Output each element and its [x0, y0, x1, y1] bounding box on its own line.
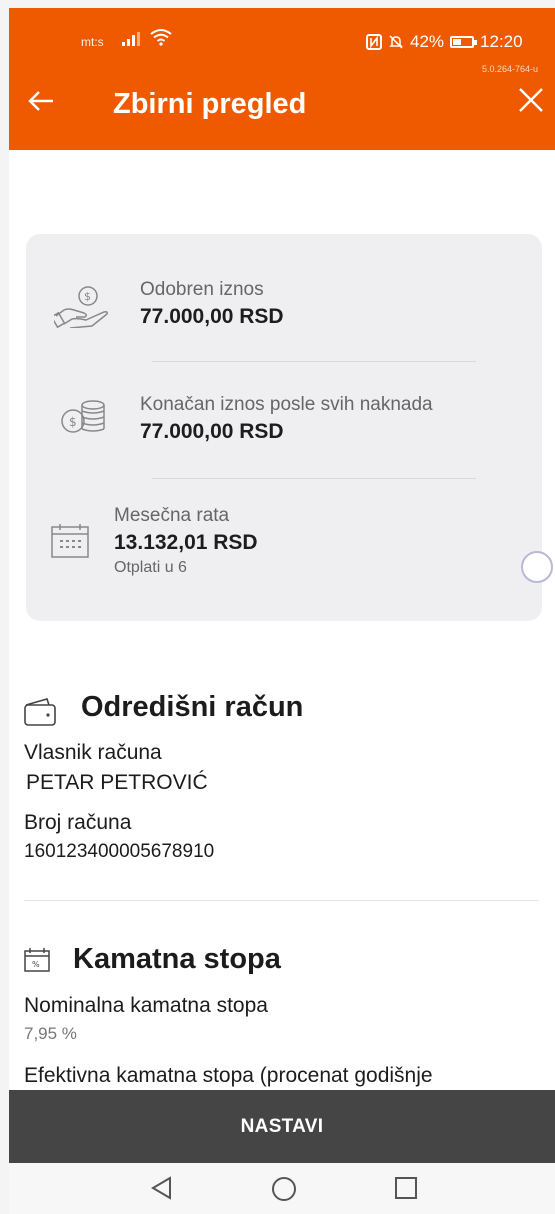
battery-percent: 42% [410, 32, 445, 51]
nav-back-icon[interactable] [149, 1175, 175, 1206]
owner-label: Vlasnik računa [24, 741, 162, 764]
wifi-icon [149, 28, 173, 51]
signal-icon [121, 32, 141, 49]
status-right: 42% 12:20 [366, 32, 523, 52]
nfc-icon [366, 34, 382, 50]
slider-handle[interactable] [521, 551, 553, 583]
battery-fill [453, 39, 462, 45]
final-amount-row: Konačan iznos posle svih naknada 77.000,… [140, 394, 433, 444]
continue-button[interactable]: NASTAVI [9, 1090, 555, 1163]
svg-text:$: $ [69, 415, 77, 429]
battery-icon [450, 36, 478, 48]
calendar-icon [51, 523, 89, 564]
interest-title: Kamatna stopa [73, 943, 281, 975]
app-screen: mt:s 42% 12:20 5.0.264-764-u Zbirni preg… [9, 8, 555, 1214]
wallet-icon [23, 697, 57, 732]
loan-summary-card: $ Odobren iznos 77.000,00 RSD $ Konačan … [26, 234, 542, 621]
monthly-value: 13.132,01 RSD [114, 531, 258, 554]
nav-home-icon[interactable] [270, 1175, 298, 1208]
status-bar: mt:s 42% 12:20 5.0.264-764-u [9, 8, 555, 78]
svg-text:$: $ [84, 290, 91, 303]
approved-amount-row: Odobren iznos 77.000,00 RSD [140, 279, 284, 329]
effective-rate-label: Efektivna kamatna stopa (procenat godišn… [24, 1064, 433, 1087]
nominal-rate-label: Nominalna kamatna stopa [24, 994, 268, 1017]
monthly-label: Mesečna rata [114, 505, 230, 526]
hand-coin-icon: $ [50, 284, 110, 333]
monthly-sub: Otplati u 6 [114, 559, 187, 576]
nominal-rate-value: 7,95 % [24, 1024, 77, 1043]
divider [152, 478, 476, 479]
carrier-label: mt:s [81, 35, 104, 49]
nav-recents-icon[interactable] [393, 1175, 419, 1206]
account-number-value: 160123400005678910 [24, 841, 215, 862]
back-arrow-icon[interactable] [27, 86, 55, 118]
divider [152, 361, 476, 362]
destination-title: Odredišni račun [81, 691, 304, 723]
account-number-label: Broj računa [24, 811, 132, 834]
coins-stack-icon: $ [59, 399, 107, 444]
section-divider [24, 900, 539, 901]
android-nav-bar [9, 1163, 555, 1214]
app-version: 5.0.264-764-u [482, 64, 539, 74]
owner-value: PETAR PETROVIĆ [26, 771, 208, 794]
final-label: Konačan iznos posle svih naknada [140, 394, 433, 415]
mute-icon [389, 35, 403, 49]
approved-value: 77.000,00 RSD [140, 305, 284, 328]
clock: 12:20 [480, 32, 523, 51]
final-value: 77.000,00 RSD [140, 420, 284, 443]
percent-calendar-icon: % [24, 948, 50, 977]
app-header: mt:s 42% 12:20 5.0.264-764-u Zbirni preg… [9, 8, 555, 150]
svg-text:%: % [32, 960, 40, 969]
page-title: Zbirni pregled [113, 88, 307, 120]
monthly-rate-row: Mesečna rata 13.132,01 RSD Otplati u 6 [114, 505, 258, 577]
close-icon[interactable] [517, 86, 545, 120]
approved-label: Odobren iznos [140, 279, 264, 300]
